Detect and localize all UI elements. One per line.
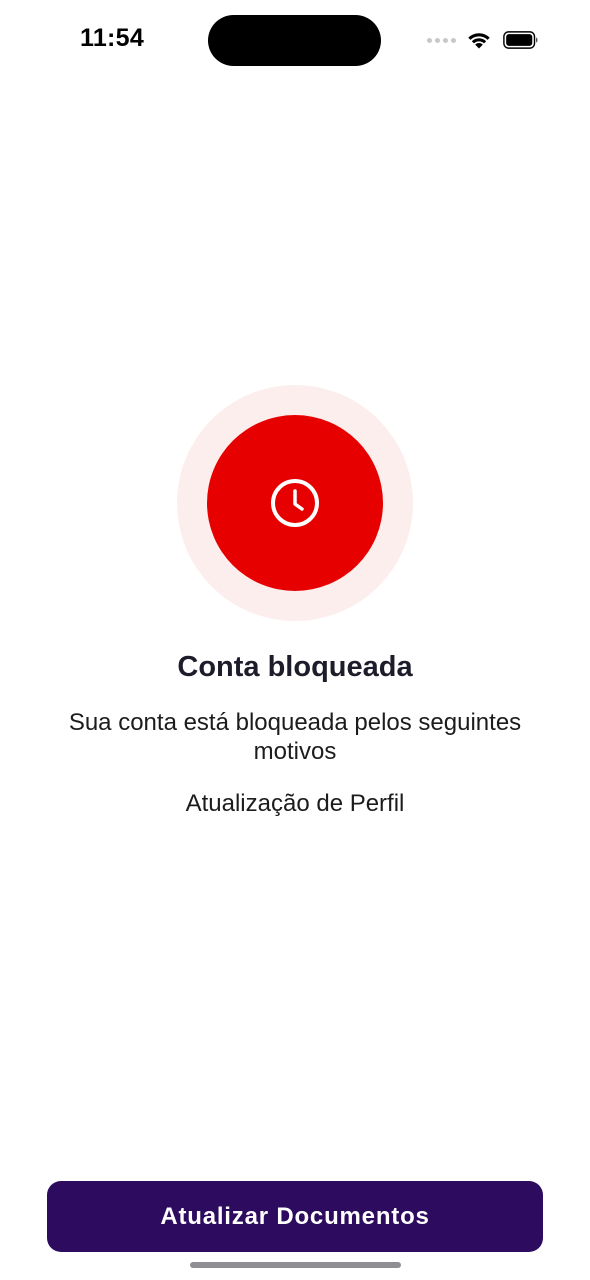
status-halo [177,385,413,621]
dynamic-island [208,15,381,66]
blocked-account-panel: Conta bloqueada Sua conta está bloqueada… [0,385,590,818]
home-indicator [190,1262,401,1268]
status-bar: 11:54 [0,0,590,80]
clock-icon [271,479,319,527]
battery-icon [503,31,538,49]
update-documents-button[interactable]: Atualizar Documentos [47,1181,543,1252]
wifi-icon [468,33,490,49]
status-circle [207,415,383,591]
block-reason: Atualização de Perfil [185,790,405,817]
status-icons [427,28,540,52]
status-time: 11:54 [80,24,145,52]
blocked-description: Sua conta está bloqueada pelos seguintes… [68,709,522,765]
page-title: Conta bloqueada [177,651,413,683]
signal-dots-icon [427,37,456,43]
